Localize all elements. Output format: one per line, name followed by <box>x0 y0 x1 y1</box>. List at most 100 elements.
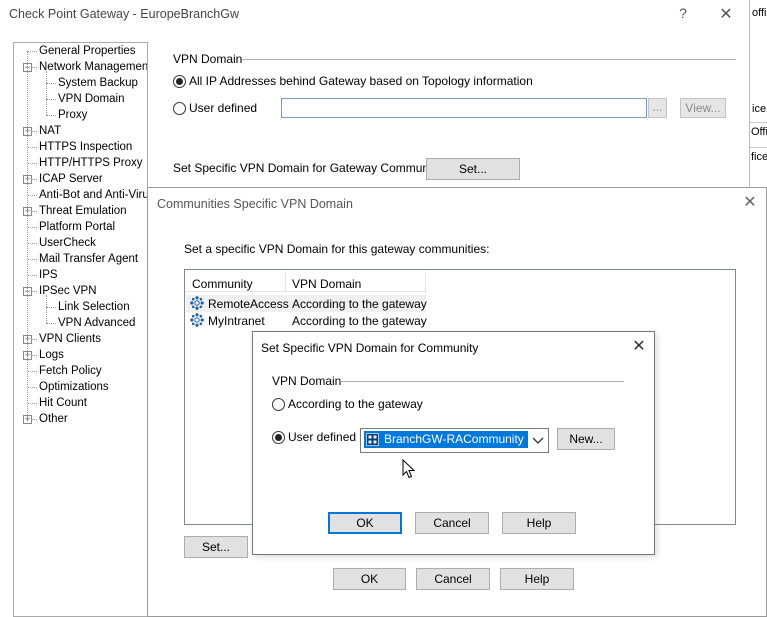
tree-connector <box>46 99 56 100</box>
network-group-icon <box>366 433 379 446</box>
community-star-icon <box>190 313 204 327</box>
set-community-domain-button[interactable]: Set... <box>184 536 248 558</box>
group-divider <box>242 59 736 60</box>
help-button[interactable]: Help <box>502 512 576 534</box>
tree-item-optimizations[interactable]: Optimizations <box>39 379 109 395</box>
mouse-cursor-icon <box>402 459 416 479</box>
column-divider <box>425 271 426 293</box>
vpn-domain-group-label: VPN Domain <box>173 52 243 66</box>
community-domain-dialog-title: Set Specific VPN Domain for Community <box>261 341 479 355</box>
combo-value-text: BranchGW-RACommunity <box>384 432 524 446</box>
according-to-gateway-label: According to the gateway <box>288 397 423 411</box>
tree-connector <box>28 275 37 276</box>
tree-item-icap-server[interactable]: ICAP Server <box>39 171 103 187</box>
browse-button[interactable]: ... <box>648 98 667 118</box>
vpn-domain-group-label: VPN Domain <box>272 374 342 388</box>
communities-dialog-title: Communities Specific VPN Domain <box>157 197 353 211</box>
tree-connector <box>28 51 37 52</box>
communities-description: Set a specific VPN Domain for this gatew… <box>184 242 490 256</box>
tree-connector <box>28 371 37 372</box>
window-title: Check Point Gateway - EuropeBranchGw <box>9 7 239 21</box>
tree-item-anti-bot-and-anti-virus[interactable]: Anti-Bot and Anti-Virus <box>39 187 147 203</box>
close-button[interactable]: ✕ <box>718 4 734 24</box>
background-window-divider <box>750 147 767 148</box>
tree-item-ips[interactable]: IPS <box>39 267 58 283</box>
ok-button[interactable]: OK <box>328 512 402 534</box>
tree-item-threat-emulation[interactable]: Threat Emulation <box>39 203 127 219</box>
background-window-fragment: offi <box>752 7 767 19</box>
tree-connector <box>46 83 56 84</box>
tree-item-other[interactable]: Other <box>39 411 68 427</box>
tree-item-logs[interactable]: Logs <box>39 347 64 363</box>
column-header-vpn-domain[interactable]: VPN Domain <box>292 277 361 291</box>
tree-item-fetch-policy[interactable]: Fetch Policy <box>39 363 102 379</box>
tree-connector <box>46 323 56 324</box>
community-name: MyIntranet <box>208 314 265 328</box>
vpn-domain-combo[interactable]: BranchGW-RACommunity <box>360 428 549 453</box>
topology-option-label: All IP Addresses behind Gateway based on… <box>189 74 533 88</box>
close-icon[interactable]: ✕ <box>743 195 757 211</box>
community-vpn-domain: According to the gateway <box>292 314 427 328</box>
tree-item-vpn-clients[interactable]: VPN Clients <box>39 331 101 347</box>
user-defined-input[interactable] <box>281 98 647 118</box>
close-icon[interactable]: ✕ <box>632 339 646 355</box>
group-divider <box>340 381 624 382</box>
column-divider <box>285 271 286 293</box>
tree-item-link-selection[interactable]: Link Selection <box>58 299 130 315</box>
background-window-fragment: fice <box>751 151 767 163</box>
help-button[interactable]: Help <box>500 568 574 590</box>
tree-item-http-https-proxy[interactable]: HTTP/HTTPS Proxy <box>39 155 143 171</box>
tree-item-ipsec-vpn[interactable]: IPSec VPN <box>39 283 97 299</box>
tree-connector <box>28 259 37 260</box>
properties-tree[interactable]: General Properties − Network Management Sys… <box>13 42 148 617</box>
table-row[interactable]: RemoteAccess According to the gateway <box>186 295 427 312</box>
tree-connector <box>28 387 37 388</box>
tree-item-usercheck[interactable]: UserCheck <box>39 235 96 251</box>
new-button[interactable]: New... <box>557 428 615 450</box>
community-domain-dialog: Set Specific VPN Domain for Community ✕ … <box>252 331 655 555</box>
tree-connector <box>46 115 56 116</box>
tree-connector <box>28 403 37 404</box>
tree-item-vpn-domain[interactable]: VPN Domain <box>58 91 124 107</box>
tree-connector <box>27 51 28 419</box>
user-defined-radio[interactable] <box>173 102 186 115</box>
cancel-button[interactable]: Cancel <box>415 512 489 534</box>
ok-button[interactable]: OK <box>333 568 406 590</box>
tree-item-nat[interactable]: NAT <box>39 123 61 139</box>
tree-item-proxy[interactable]: Proxy <box>58 107 87 123</box>
tree-connector <box>28 243 37 244</box>
tree-item-vpn-advanced[interactable]: VPN Advanced <box>58 315 135 331</box>
view-button[interactable]: View... <box>680 98 726 118</box>
tree-item-hit-count[interactable]: Hit Count <box>39 395 87 411</box>
tree-connector <box>46 71 47 115</box>
tree-item-system-backup[interactable]: System Backup <box>58 75 138 91</box>
topology-radio[interactable] <box>173 75 186 88</box>
tree-item-https-inspection[interactable]: HTTPS Inspection <box>39 139 132 155</box>
according-to-gateway-radio[interactable] <box>272 398 285 411</box>
background-window-fragment: Offi <box>751 126 767 138</box>
tree-connector <box>46 295 47 323</box>
user-defined-radio[interactable] <box>272 431 285 444</box>
tree-item-network-management[interactable]: Network Management <box>39 59 147 75</box>
table-row[interactable]: MyIntranet According to the gateway <box>186 312 427 329</box>
community-name: RemoteAccess <box>208 297 289 311</box>
cancel-button[interactable]: Cancel <box>416 568 490 590</box>
community-star-icon <box>190 296 204 310</box>
background-window-divider <box>750 122 767 123</box>
tree-item-mail-transfer-agent[interactable]: Mail Transfer Agent <box>39 251 138 267</box>
set-communities-button[interactable]: Set... <box>426 158 520 180</box>
column-header-community[interactable]: Community <box>192 277 253 291</box>
user-defined-label: User defined <box>288 430 357 444</box>
chevron-down-icon[interactable] <box>532 437 544 445</box>
combo-selected-value: BranchGW-RACommunity <box>364 431 528 448</box>
tree-connector <box>28 147 37 148</box>
tree-item-platform-portal[interactable]: Platform Portal <box>39 219 115 235</box>
tree-connector <box>46 307 56 308</box>
tree-connector <box>28 227 37 228</box>
tree-connector <box>28 195 37 196</box>
communities-domain-label: Set Specific VPN Domain for Gateway Comm… <box>173 161 454 175</box>
help-button[interactable]: ? <box>676 5 690 21</box>
tree-item-general-properties[interactable]: General Properties <box>39 43 136 59</box>
user-defined-option-label: User defined <box>189 101 258 115</box>
tree-connector <box>28 163 37 164</box>
